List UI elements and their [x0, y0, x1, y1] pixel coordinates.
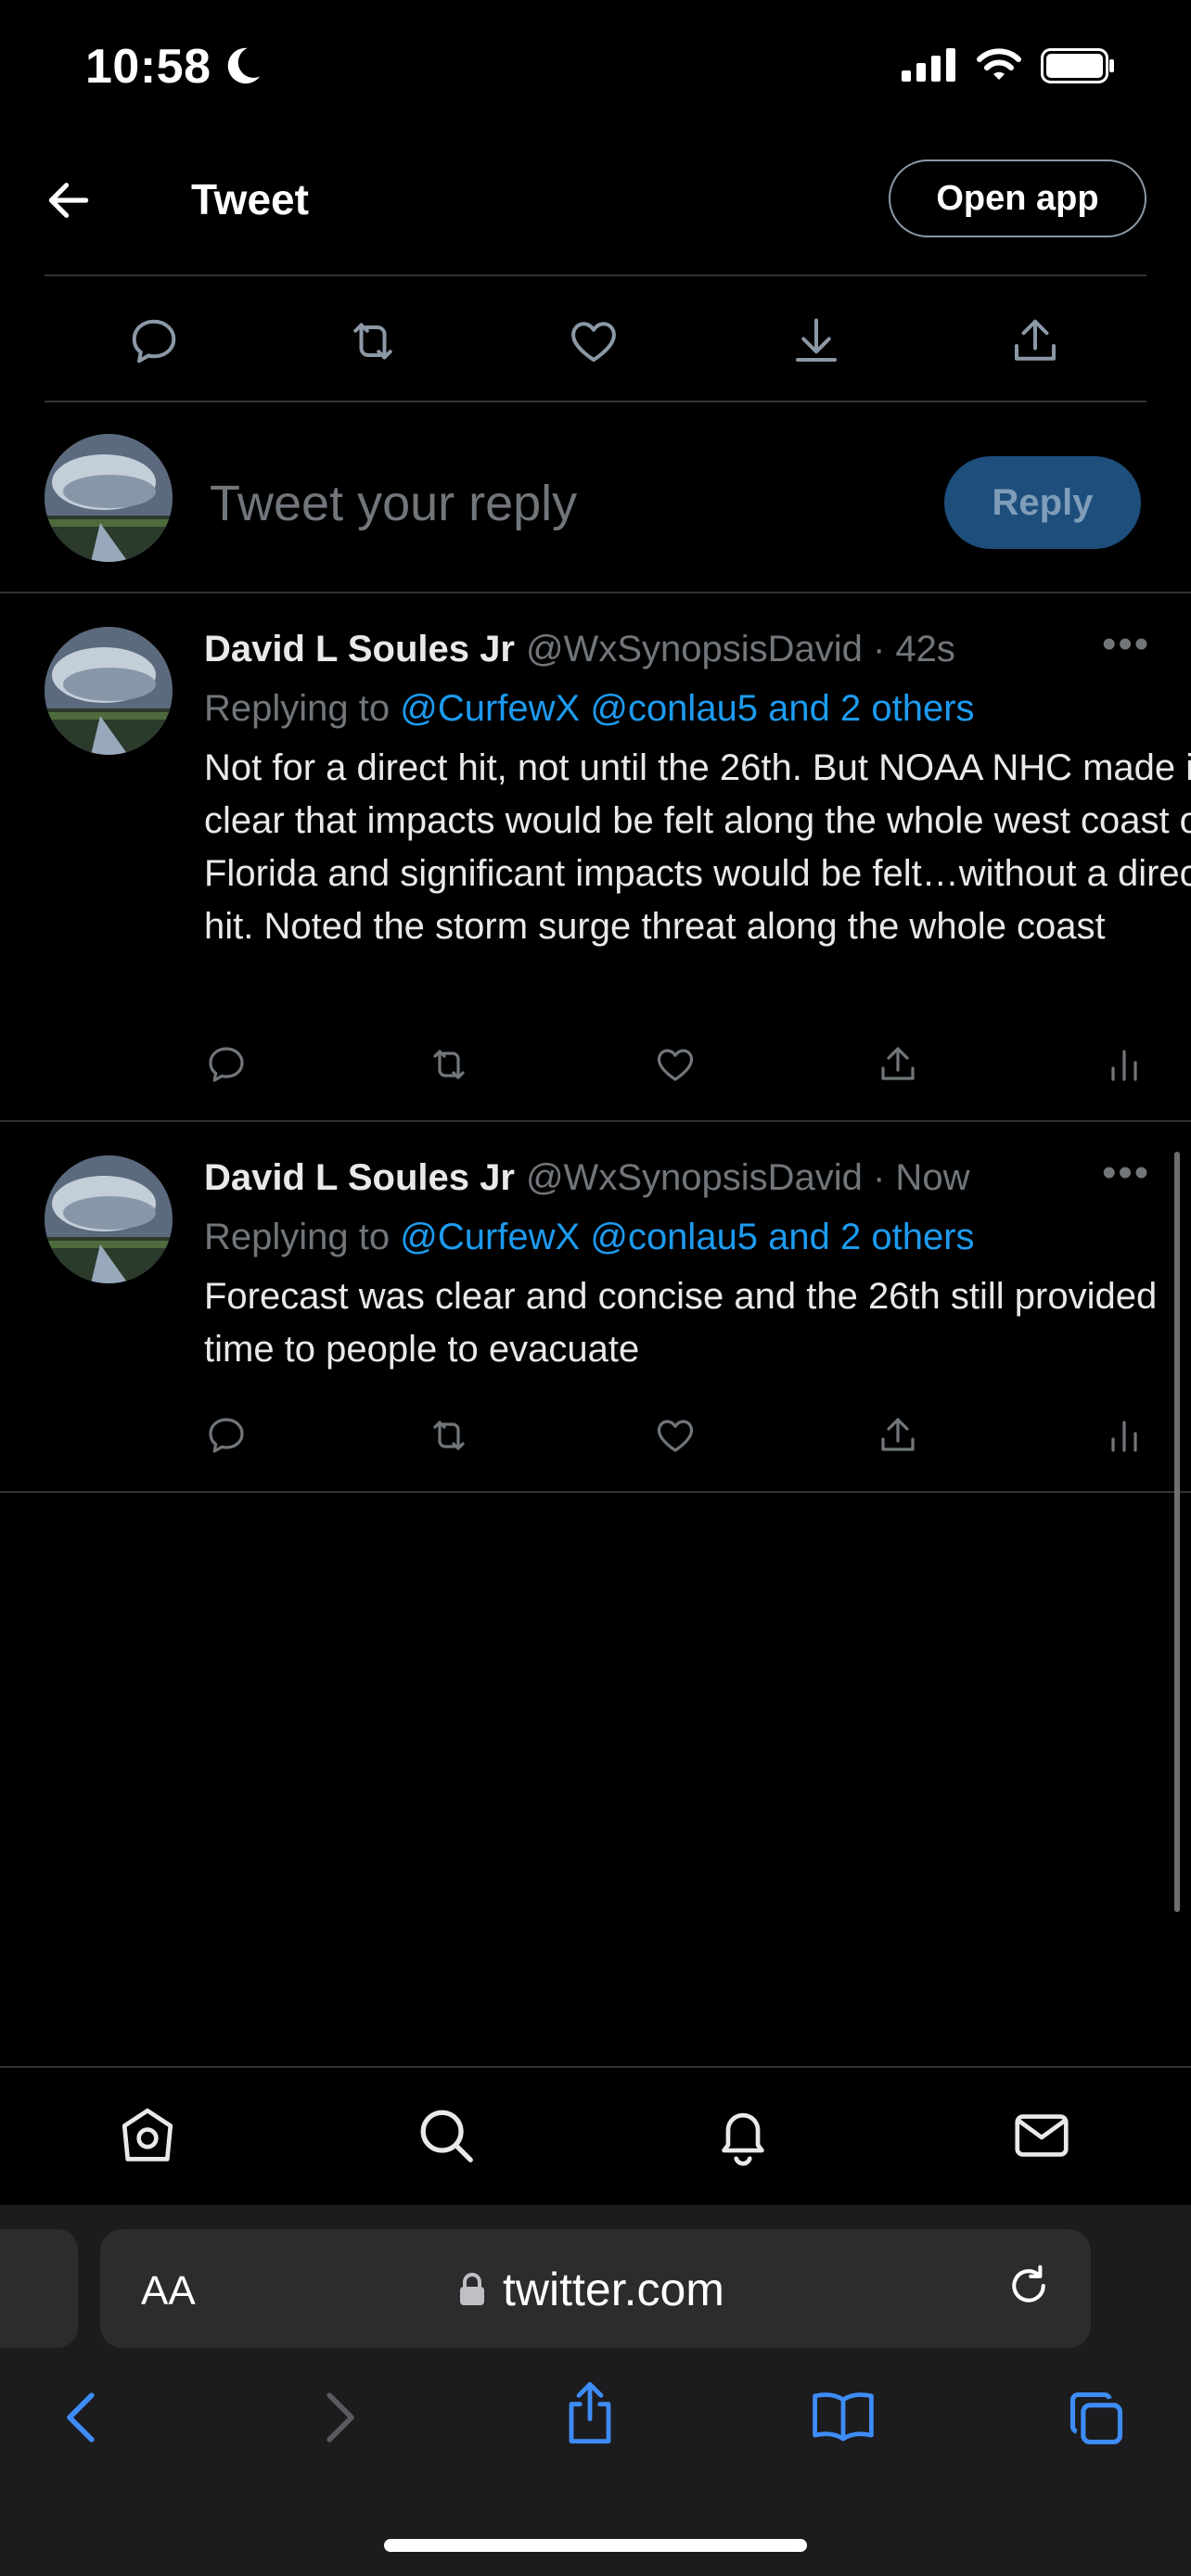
- notifications-icon[interactable]: [711, 2103, 775, 2168]
- status-time: 10:58: [85, 40, 211, 94]
- bookmark-icon[interactable]: [788, 313, 844, 369]
- like-icon[interactable]: [653, 1413, 698, 1458]
- lock-icon: [458, 2273, 486, 2306]
- messages-icon[interactable]: [1009, 2103, 1074, 2168]
- tweet-item[interactable]: David L Soules Jr @WxSynopsisDavid · 42s…: [0, 593, 1191, 1120]
- divider: [45, 274, 1146, 276]
- open-app-button[interactable]: Open app: [889, 159, 1146, 237]
- moon-icon: [221, 45, 263, 87]
- tweet-item[interactable]: David L Soules Jr @WxSynopsisDavid · Now…: [0, 1122, 1191, 1491]
- share-icon[interactable]: [876, 1413, 920, 1458]
- search-icon[interactable]: [414, 2103, 479, 2168]
- author-handle-time: @WxSynopsisDavid · 42s: [525, 629, 955, 670]
- more-options-icon[interactable]: •••: [1102, 621, 1150, 668]
- reply-input[interactable]: Tweet your reply: [210, 475, 577, 532]
- analytics-icon[interactable]: [1102, 1413, 1146, 1458]
- replying-prefix: Replying to: [204, 1217, 401, 1257]
- replying-to: Replying to @CurfewX @conlau5 and 2 othe…: [204, 688, 975, 730]
- page-title: Tweet: [191, 175, 309, 223]
- retweet-icon[interactable]: [345, 313, 401, 369]
- home-indicator: [384, 2539, 807, 2552]
- back-arrow-icon[interactable]: [43, 174, 95, 226]
- avatar[interactable]: [45, 1155, 173, 1283]
- url-text[interactable]: twitter.com: [503, 2263, 724, 2316]
- reply-icon[interactable]: [204, 1413, 249, 1458]
- analytics-icon[interactable]: [1102, 1042, 1146, 1087]
- divider: [0, 1491, 1191, 1493]
- like-icon[interactable]: [566, 313, 621, 369]
- replying-to: Replying to @CurfewX @conlau5 and 2 othe…: [204, 1217, 975, 1258]
- bottom-nav: [0, 2066, 1191, 2205]
- reload-icon[interactable]: [1004, 2261, 1054, 2311]
- previous-tab-preview[interactable]: [0, 2229, 78, 2348]
- more-options-icon[interactable]: •••: [1102, 1150, 1150, 1196]
- scrollbar[interactable]: [1174, 1152, 1180, 1912]
- author-name[interactable]: David L Soules Jr: [204, 629, 515, 670]
- wifi-icon: [976, 46, 1022, 83]
- tweet-text: Forecast was clear and concise and the 2…: [204, 1276, 1158, 1370]
- battery-icon: [1041, 48, 1115, 83]
- tweet-text: Not for a direct hit, not until the 26th…: [204, 747, 1191, 947]
- text-size-button[interactable]: AA: [141, 2268, 196, 2315]
- back-icon[interactable]: [58, 2389, 106, 2446]
- author-handle-time: @WxSynopsisDavid · Now: [525, 1157, 970, 1198]
- home-icon[interactable]: [115, 2103, 180, 2168]
- reply-icon[interactable]: [126, 313, 182, 369]
- replying-prefix: Replying to: [204, 688, 401, 729]
- forward-icon: [315, 2389, 364, 2446]
- tabs-icon[interactable]: [1065, 2387, 1128, 2450]
- replying-mentions[interactable]: @CurfewX @conlau5 and 2 others: [400, 688, 974, 729]
- avatar[interactable]: [45, 434, 173, 562]
- share-icon[interactable]: [560, 2379, 620, 2446]
- share-icon[interactable]: [1007, 313, 1063, 369]
- replying-mentions[interactable]: @CurfewX @conlau5 and 2 others: [400, 1217, 974, 1257]
- divider: [45, 401, 1146, 402]
- retweet-icon[interactable]: [427, 1413, 471, 1458]
- retweet-icon[interactable]: [427, 1042, 471, 1087]
- author-name[interactable]: David L Soules Jr: [204, 1157, 515, 1199]
- reply-button[interactable]: Reply: [944, 456, 1141, 549]
- like-icon[interactable]: [653, 1042, 698, 1087]
- avatar[interactable]: [45, 627, 173, 755]
- reply-icon[interactable]: [204, 1042, 249, 1087]
- bookmarks-icon[interactable]: [809, 2387, 877, 2444]
- share-icon[interactable]: [876, 1042, 920, 1087]
- cellular-signal-icon: [902, 48, 957, 82]
